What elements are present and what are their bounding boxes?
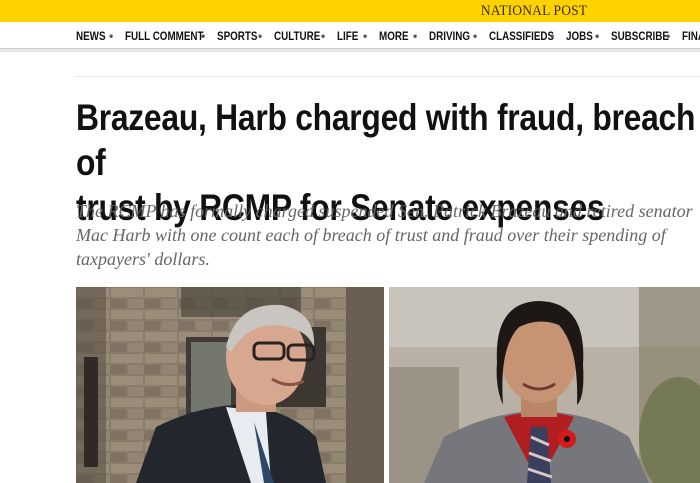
nav-separator: • bbox=[666, 29, 671, 43]
nav-separator: • bbox=[109, 29, 114, 43]
photo-left-illustration bbox=[76, 287, 384, 483]
nav-item-sports[interactable]: SPORTS bbox=[217, 29, 257, 43]
nav-separator: • bbox=[363, 29, 368, 43]
nav-item-driving[interactable]: DRIVING bbox=[429, 29, 470, 43]
nav-item-news[interactable]: NEWS bbox=[76, 29, 106, 43]
nav-separator: • bbox=[258, 29, 263, 43]
nav-separator: • bbox=[550, 29, 555, 43]
headline-line-1: Brazeau, Harb charged with fraud, breach… bbox=[76, 97, 696, 183]
nav-item-culture[interactable]: CULTURE bbox=[274, 29, 320, 43]
brand-bar: NATIONAL POST bbox=[0, 0, 700, 22]
main-nav: NEWS • FULL COMMENT • SPORTS • CULTURE •… bbox=[0, 22, 700, 49]
nav-item-jobs[interactable]: JOBS bbox=[566, 29, 593, 43]
photo-mac-harb bbox=[76, 287, 384, 483]
nav-item-classifieds[interactable]: CLASSIFIEDS bbox=[489, 29, 554, 43]
article-dek: The RCMP has formally charged suspended … bbox=[76, 201, 693, 269]
nav-separator: • bbox=[201, 29, 206, 43]
nav-separator: • bbox=[595, 29, 600, 43]
nav-item-financial[interactable]: FINA bbox=[682, 29, 700, 43]
photo-right-illustration bbox=[389, 287, 700, 483]
site-logo[interactable]: NATIONAL POST bbox=[481, 3, 587, 20]
photo-patrick-brazeau bbox=[389, 287, 700, 483]
nav-item-full-comment[interactable]: FULL COMMENT bbox=[125, 29, 204, 43]
nav-separator: • bbox=[413, 29, 418, 43]
nav-item-more[interactable]: MORE bbox=[379, 29, 409, 43]
nav-item-life[interactable]: LIFE bbox=[337, 29, 358, 43]
nav-item-subscribe[interactable]: SUBSCRIBE bbox=[611, 29, 669, 43]
nav-separator: • bbox=[473, 29, 478, 43]
nav-separator: • bbox=[321, 29, 326, 43]
divider bbox=[76, 76, 700, 77]
